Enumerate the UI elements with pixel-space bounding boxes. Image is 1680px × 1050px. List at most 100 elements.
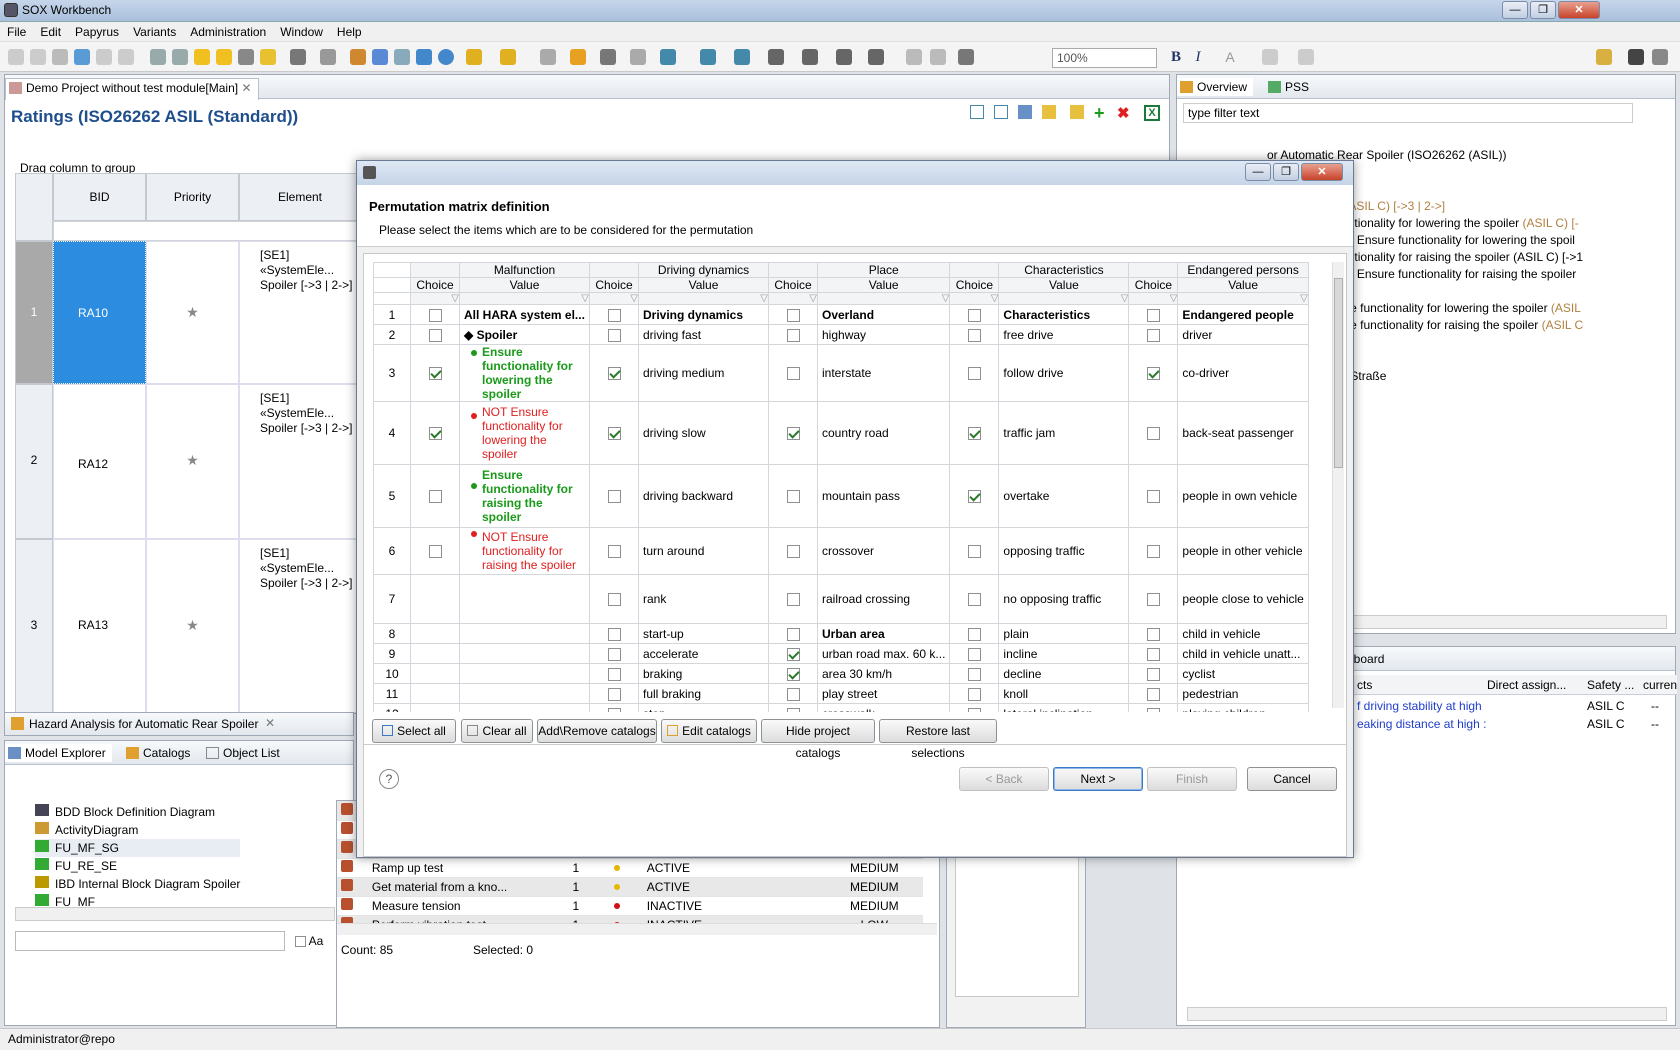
forward-arrow-icon[interactable] xyxy=(216,49,232,65)
choice-checkbox-cell[interactable] xyxy=(949,527,1000,575)
value-cell[interactable]: knoll xyxy=(998,683,1130,704)
value-cell[interactable]: crosswalk xyxy=(816,703,951,712)
connector-icon[interactable] xyxy=(570,49,586,65)
group-header[interactable]: Characteristics xyxy=(998,262,1130,278)
value-cell[interactable]: people in own vehicle xyxy=(1177,464,1309,528)
bid-cell-selected[interactable]: RA10 xyxy=(53,241,146,384)
choice-checkbox[interactable] xyxy=(607,367,621,381)
menu-variants[interactable]: Variants xyxy=(126,22,183,42)
cancel-button[interactable]: Cancel xyxy=(1247,767,1337,791)
grid-snap-icon[interactable] xyxy=(930,49,946,65)
value-cell[interactable]: driving backward xyxy=(638,464,769,528)
choice-checkbox[interactable] xyxy=(607,308,621,322)
arrow-right-icon[interactable] xyxy=(600,49,616,65)
select-icon[interactable] xyxy=(660,49,676,65)
choice-checkbox-cell[interactable] xyxy=(768,643,818,664)
value-column-header[interactable]: Value xyxy=(1177,277,1309,293)
choice-checkbox[interactable] xyxy=(967,490,981,504)
choice-checkbox[interactable] xyxy=(786,593,800,607)
value-cell[interactable]: free drive xyxy=(998,324,1130,345)
choice-checkbox[interactable] xyxy=(607,593,621,607)
line-color-icon[interactable] xyxy=(1298,49,1314,65)
choice-checkbox[interactable] xyxy=(1146,687,1160,701)
value-cell[interactable]: Characteristics xyxy=(998,304,1130,325)
choice-checkbox[interactable] xyxy=(786,687,800,701)
choice-checkbox-cell[interactable] xyxy=(589,324,639,345)
dialog-close-button[interactable]: ✕ xyxy=(1301,163,1343,181)
value-cell[interactable]: back-seat passenger xyxy=(1177,401,1309,465)
table-row[interactable]: Ramp up test 1 ACTIVE MEDIUM xyxy=(337,858,923,878)
choice-checkbox-cell[interactable] xyxy=(768,464,818,528)
menu-help[interactable]: Help xyxy=(330,22,369,42)
choice-checkbox-cell[interactable] xyxy=(589,464,639,528)
table-view-icon[interactable] xyxy=(1018,105,1032,119)
add-icon[interactable]: + xyxy=(1094,103,1105,124)
choice-checkbox-cell[interactable] xyxy=(949,623,1000,644)
value-cell[interactable]: driving slow xyxy=(638,401,769,465)
help-icon[interactable] xyxy=(438,49,454,65)
choice-checkbox-cell[interactable] xyxy=(589,344,639,402)
choice-checkbox-cell[interactable] xyxy=(589,663,639,684)
value-cell[interactable]: Ensure functionality for raising the spo… xyxy=(459,464,590,528)
col-current[interactable]: curren xyxy=(1643,678,1677,692)
choice-checkbox-cell[interactable] xyxy=(1128,464,1179,528)
choice-checkbox[interactable] xyxy=(1146,667,1160,681)
value-cell[interactable]: accelerate xyxy=(638,643,769,664)
choice-checkbox[interactable] xyxy=(607,490,621,504)
menu-window[interactable]: Window xyxy=(273,22,330,42)
mail-icon[interactable] xyxy=(416,49,432,65)
filter-icon[interactable]: ▽ xyxy=(768,292,818,305)
choice-checkbox-cell[interactable] xyxy=(768,663,818,684)
tree-item[interactable]: FU_RE_SE xyxy=(35,857,240,875)
tab-object-list[interactable]: Object List xyxy=(203,744,286,762)
next-button[interactable]: Next > xyxy=(1053,767,1143,791)
choice-checkbox-cell[interactable] xyxy=(768,703,818,712)
value-cell[interactable]: Ensure functionality for lowering the sp… xyxy=(459,344,590,402)
value-cell[interactable]: co-driver xyxy=(1177,344,1309,402)
row-number[interactable]: 3 xyxy=(15,539,53,713)
add-remove-catalogs-button[interactable]: Add\Remove catalogs xyxy=(537,719,657,743)
choice-checkbox-cell[interactable] xyxy=(1128,703,1179,712)
perspective-icon[interactable] xyxy=(1596,49,1612,65)
choice-checkbox[interactable] xyxy=(967,667,981,681)
table-row[interactable]: Get material from a kno... 1 ACTIVE MEDIUM xyxy=(337,877,923,897)
dashboard-row-name[interactable]: eaking distance at high : xyxy=(1357,717,1486,731)
choice-checkbox[interactable] xyxy=(1146,367,1160,381)
choice-checkbox-cell[interactable] xyxy=(410,527,460,575)
value-cell[interactable]: people in other vehicle xyxy=(1177,527,1309,575)
choice-checkbox-cell[interactable] xyxy=(949,324,1000,345)
element-cell[interactable]: [SE1] «SystemEle... Spoiler [->3 | 2->] xyxy=(239,539,361,713)
value-cell[interactable]: NOT Ensure functionality for lowering th… xyxy=(459,401,590,465)
choice-checkbox-cell[interactable] xyxy=(1128,574,1179,624)
choice-checkbox-cell[interactable] xyxy=(768,344,818,402)
zoom-select[interactable]: 100% xyxy=(1052,48,1157,68)
value-cell[interactable]: Urban area xyxy=(816,623,951,644)
choice-checkbox-cell[interactable] xyxy=(589,574,639,624)
filter-row[interactable] xyxy=(53,221,361,241)
hide-project-catalogs-button[interactable]: Hide project catalogs xyxy=(761,719,875,760)
value-cell[interactable]: Overland xyxy=(816,304,951,325)
col-priority[interactable]: Priority xyxy=(146,173,239,221)
choice-checkbox[interactable] xyxy=(967,545,981,559)
value-cell[interactable]: Endangered people xyxy=(1177,304,1309,325)
choice-checkbox[interactable] xyxy=(967,308,981,322)
minimize-button[interactable]: — xyxy=(1502,1,1528,19)
table-icon[interactable] xyxy=(394,49,410,65)
tree-item[interactable]: IBD Internal Block Diagram Spoiler xyxy=(35,875,240,893)
value-cell[interactable]: railroad crossing xyxy=(816,574,951,624)
choice-column-header[interactable]: Choice xyxy=(949,277,1000,293)
value-column-header[interactable]: Value xyxy=(816,277,951,293)
choice-checkbox-cell[interactable] xyxy=(1128,344,1179,402)
choice-checkbox-cell[interactable] xyxy=(949,574,1000,624)
value-cell[interactable]: area 30 km/h xyxy=(816,663,951,684)
choice-checkbox-cell[interactable] xyxy=(589,304,639,325)
choice-checkbox[interactable] xyxy=(1146,593,1160,607)
filter-icon[interactable]: ▽ xyxy=(1177,292,1309,305)
tab-hazard-analysis[interactable]: Hazard Analysis for Automatic Rear Spoil… xyxy=(29,717,258,731)
value-cell[interactable]: ◆ Spoiler xyxy=(459,324,590,345)
value-cell[interactable]: mountain pass xyxy=(816,464,951,528)
choice-checkbox[interactable] xyxy=(428,367,442,381)
tab-catalogs[interactable]: Catalogs xyxy=(123,744,196,762)
choice-checkbox[interactable] xyxy=(786,647,800,661)
choice-checkbox-cell[interactable] xyxy=(768,324,818,345)
